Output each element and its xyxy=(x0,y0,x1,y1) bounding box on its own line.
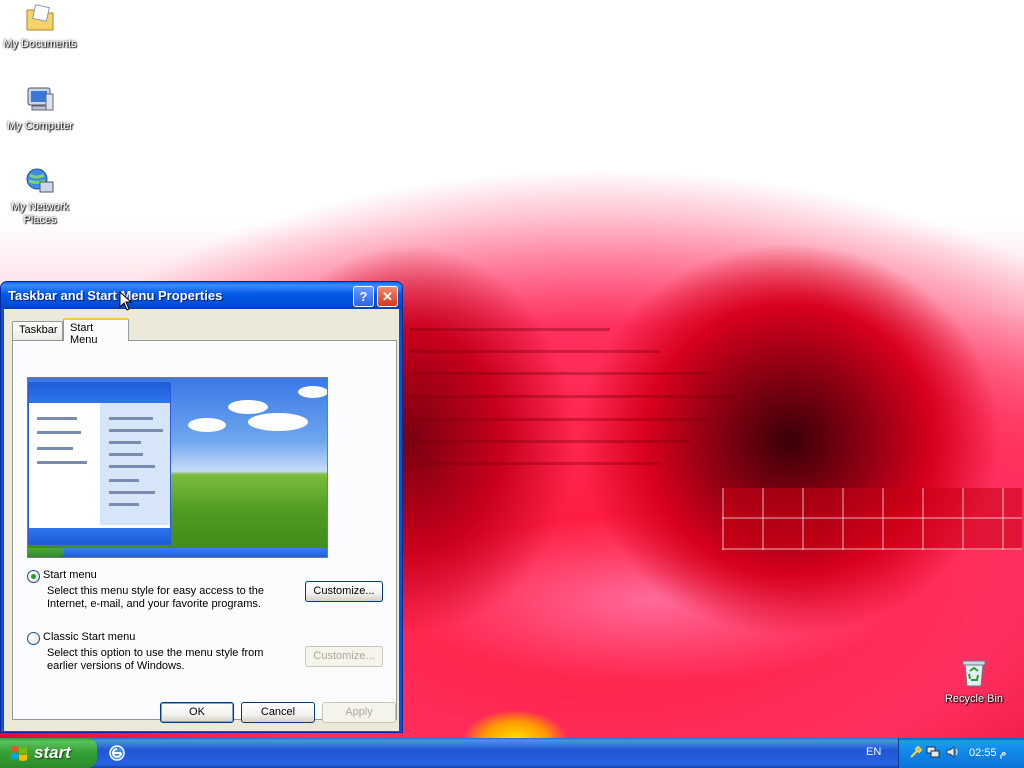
network-places-icon xyxy=(24,165,56,197)
apply-button: Apply xyxy=(322,702,396,723)
desktop-icon-recycle-bin[interactable]: Recycle Bin xyxy=(934,657,1014,706)
ok-button[interactable]: OK xyxy=(160,702,234,723)
recycle-bin-icon xyxy=(958,657,990,689)
classic-start-menu-radio[interactable] xyxy=(27,632,40,645)
desktop-icon-label: My Network Places xyxy=(10,201,70,226)
internet-explorer-icon[interactable] xyxy=(108,744,126,762)
dialog-title: Taskbar and Start Menu Properties xyxy=(8,288,223,303)
desktop-icon-network-places[interactable]: My Network Places xyxy=(0,165,80,227)
desktop-icon-label: My Computer xyxy=(6,120,74,132)
tray-tools-icon[interactable] xyxy=(909,745,923,759)
start-button[interactable]: start xyxy=(0,738,97,768)
desktop-icon-label: My Documents xyxy=(3,38,77,50)
dialog-titlebar[interactable]: Taskbar and Start Menu Properties ? ✕ xyxy=(1,282,402,309)
classic-start-menu-description: Select this option to use the menu style… xyxy=(47,647,264,672)
desktop-icon-my-computer[interactable]: My Computer xyxy=(0,84,80,133)
classic-start-menu-label[interactable]: Classic Start menu xyxy=(43,631,135,643)
start-label: start xyxy=(34,743,71,762)
desktop-icon-label: Recycle Bin xyxy=(944,693,1004,705)
mouse-cursor-icon xyxy=(119,290,133,311)
close-button[interactable]: ✕ xyxy=(377,286,398,307)
wallpaper-tiles xyxy=(722,488,1022,550)
start-menu-preview-image xyxy=(27,377,328,558)
help-button[interactable]: ? xyxy=(353,286,374,307)
start-menu-radio[interactable] xyxy=(27,570,40,583)
system-tray: 02:55 م xyxy=(898,738,1024,768)
clock[interactable]: 02:55 م xyxy=(969,746,1006,759)
taskbar: start EN 02:55 م xyxy=(0,738,1024,768)
cancel-button[interactable]: Cancel xyxy=(241,702,315,723)
help-icon: ? xyxy=(359,289,368,304)
taskbar-properties-dialog: Taskbar and Start Menu Properties ? ✕ Ta… xyxy=(0,281,403,733)
tray-network-icon[interactable] xyxy=(926,745,940,759)
customize-classic-menu-button: Customize... xyxy=(305,646,383,667)
tab-start-menu[interactable]: Start Menu xyxy=(63,318,129,346)
tab-taskbar[interactable]: Taskbar xyxy=(12,321,63,340)
close-icon: ✕ xyxy=(382,289,393,304)
windows-flag-icon xyxy=(10,744,28,762)
my-computer-icon xyxy=(24,84,56,116)
language-indicator[interactable]: EN xyxy=(866,746,881,758)
dialog-body: Taskbar Start Menu Start menu Select thi… xyxy=(4,309,399,731)
start-menu-label[interactable]: Start menu xyxy=(43,569,97,581)
desktop-icon-my-documents[interactable]: My Documents xyxy=(0,2,80,51)
my-documents-icon xyxy=(24,2,56,34)
start-menu-description: Select this menu style for easy access t… xyxy=(47,585,265,610)
tray-volume-icon[interactable] xyxy=(945,745,959,759)
customize-start-menu-button[interactable]: Customize... xyxy=(305,581,383,602)
tab-panel-start-menu: Start menu Select this menu style for ea… xyxy=(12,340,397,720)
wallpaper-flower xyxy=(440,680,590,738)
